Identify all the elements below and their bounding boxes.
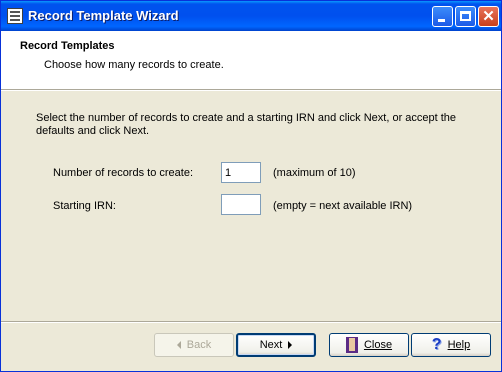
back-button-label: Back [186,339,212,351]
close-window-button[interactable]: ✕ [478,6,499,27]
arrow-right-icon [288,341,293,349]
title-bar[interactable]: Record Template Wizard ✕ [1,1,501,31]
close-button[interactable]: Close [329,333,409,357]
header-divider [1,90,501,91]
close-button-label: Close [363,339,393,351]
help-button-label: Help [447,339,471,351]
records-count-input[interactable] [221,162,261,183]
wizard-header: Record Templates Choose how many records… [1,31,501,90]
starting-irn-hint: (empty = next available IRN) [273,200,413,212]
starting-irn-input[interactable] [221,194,261,215]
app-icon [7,8,23,24]
help-button[interactable]: ? Help [411,333,491,357]
instructions-text: Select the number of records to create a… [36,112,457,137]
close-x-icon: ✕ [482,8,495,25]
maximize-button[interactable] [455,6,476,27]
page-subtitle: Choose how many records to create. [44,59,224,71]
window-title: Record Template Wizard [28,8,179,23]
arrow-left-icon [176,341,181,349]
help-icon: ? [431,336,442,353]
maximize-icon [460,11,471,21]
records-count-label: Number of records to create: [53,167,194,179]
minimize-button[interactable] [432,6,453,27]
next-button-label: Next [259,339,283,351]
records-count-hint: (maximum of 10) [273,167,356,179]
footer-divider-highlight [1,322,501,323]
next-button[interactable]: Next [236,333,316,357]
page-title: Record Templates [20,40,115,52]
starting-irn-label: Starting IRN: [53,200,116,212]
close-icon [345,337,358,353]
wizard-window: Record Template Wizard ✕ Record Template… [0,0,502,372]
minimize-icon [438,19,445,22]
back-button[interactable]: Back [154,333,234,357]
